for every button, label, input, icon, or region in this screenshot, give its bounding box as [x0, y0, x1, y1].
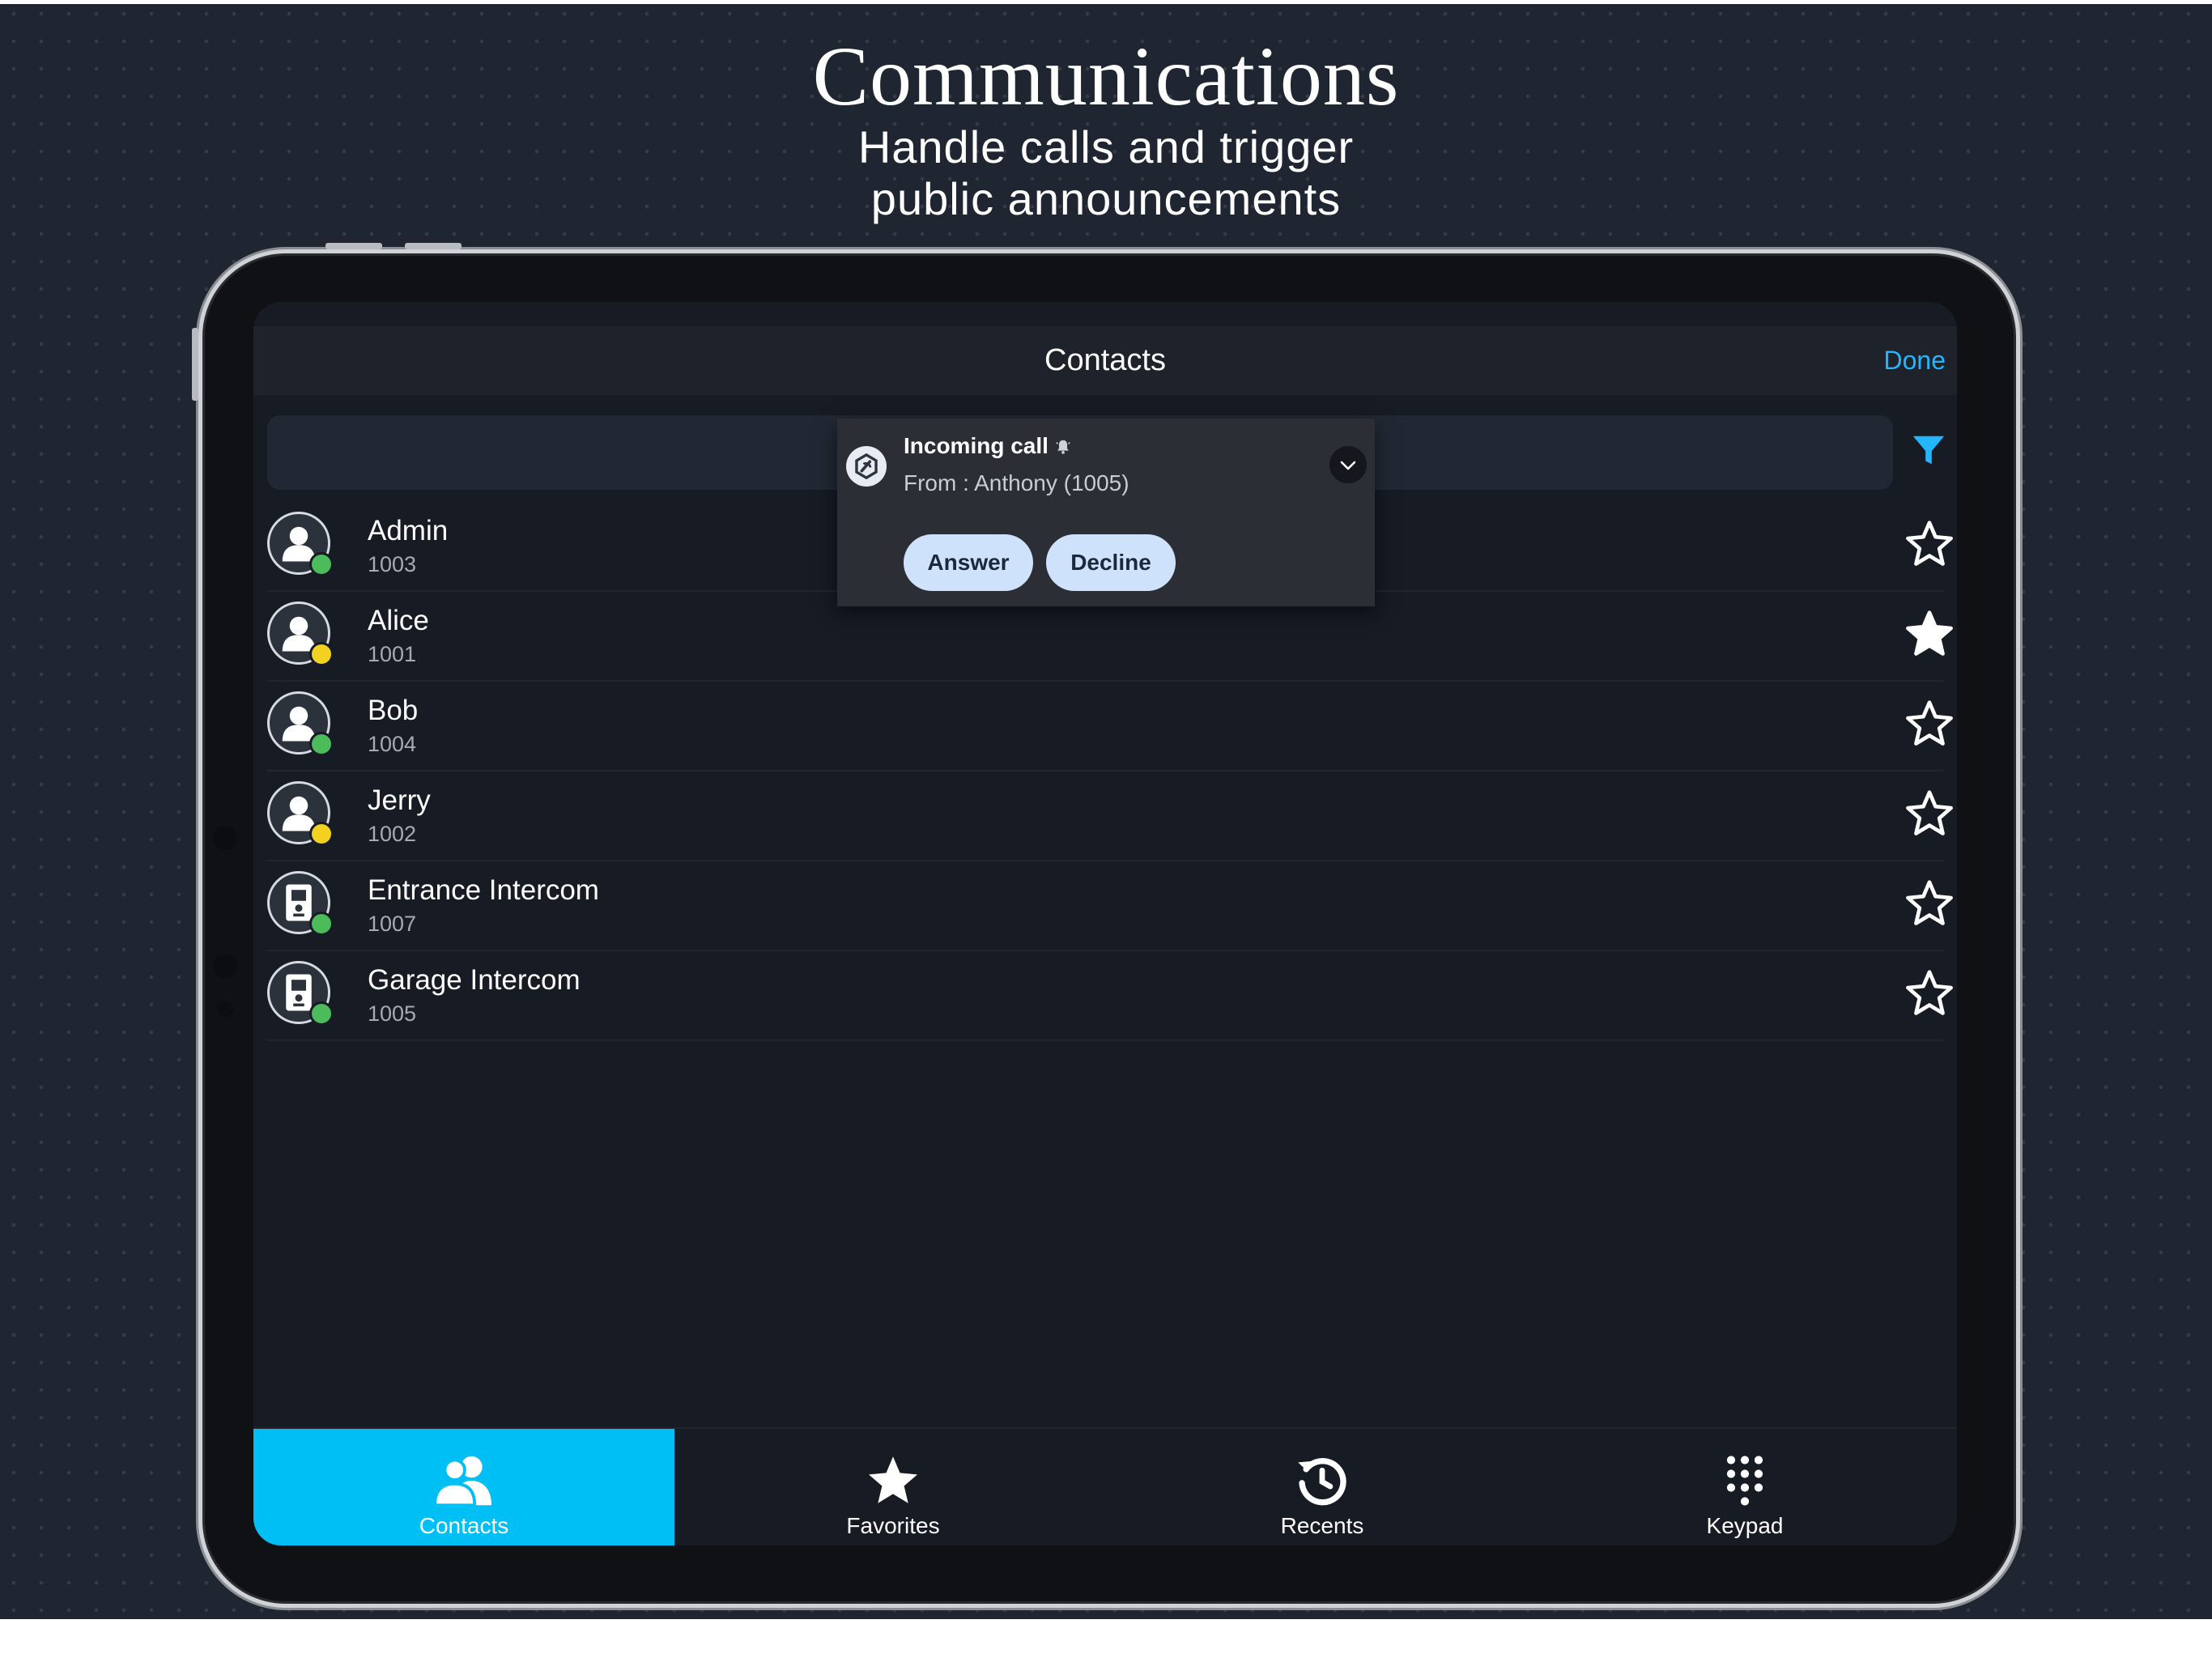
contact-row[interactable]: Jerry 1002 [267, 770, 1953, 861]
tablet-camera [213, 826, 237, 850]
filter-icon[interactable] [1910, 432, 1947, 469]
app-logo-icon [846, 446, 887, 487]
status-indicator [309, 1001, 334, 1026]
tablet-sensor [213, 954, 237, 978]
favorite-star-icon[interactable] [1904, 878, 1955, 929]
contact-name: Entrance Intercom [368, 874, 599, 906]
caller-info: From : Anthony (1005) [904, 470, 1129, 495]
tab-contacts[interactable]: Contacts [253, 1429, 674, 1545]
contact-row[interactable]: Garage Intercom 1005 [267, 950, 1953, 1041]
top-border [0, 0, 2212, 4]
contact-extension: 1007 [368, 912, 417, 936]
star-icon [868, 1456, 918, 1503]
promo-subtitle-line2: public announcements [870, 173, 1342, 224]
answer-button[interactable]: Answer [904, 534, 1033, 591]
contact-name: Admin [368, 515, 449, 546]
contacts-icon [433, 1456, 491, 1507]
favorite-star-icon[interactable] [1904, 789, 1955, 839]
status-indicator [309, 552, 334, 576]
tab-label: Recents [1280, 1513, 1364, 1538]
bell-icon [1056, 440, 1070, 454]
promo-subtitle: Handle calls and trigger public announce… [0, 121, 2212, 225]
chevron-down-icon [1340, 461, 1356, 470]
tab-label: Keypad [1706, 1513, 1784, 1538]
done-button[interactable]: Done [1884, 326, 1946, 395]
collapse-button[interactable] [1329, 446, 1367, 483]
contact-extension: 1003 [368, 552, 417, 576]
status-indicator [309, 732, 334, 756]
favorite-star-icon[interactable] [1904, 609, 1955, 659]
bottom-border [0, 1619, 2212, 1658]
favorite-star-icon[interactable] [1904, 968, 1955, 1018]
tablet-sensor-2 [217, 1001, 233, 1017]
favorite-star-icon[interactable] [1904, 519, 1955, 569]
tablet-top-button [325, 243, 382, 249]
call-title: Incoming call [904, 433, 1049, 458]
incoming-call-notification: Incoming call From : Anthony (1005) Answ… [837, 419, 1375, 606]
promo-subtitle-line1: Handle calls and trigger [857, 121, 1355, 172]
status-indicator [309, 642, 334, 666]
tab-favorites[interactable]: Favorites [674, 1429, 1112, 1545]
status-indicator [309, 822, 334, 846]
tablet-top-button-2 [405, 243, 462, 249]
history-icon [1298, 1458, 1346, 1506]
contact-name: Jerry [368, 784, 431, 816]
favorite-star-icon[interactable] [1904, 699, 1955, 749]
contact-row[interactable]: Bob 1004 [267, 680, 1953, 772]
contact-extension: 1004 [368, 732, 417, 756]
tab-label: Favorites [846, 1513, 940, 1538]
contact-name: Alice [368, 605, 429, 636]
keypad-icon [1726, 1456, 1763, 1506]
contact-extension: 1002 [368, 822, 417, 846]
tab-label: Contacts [419, 1513, 509, 1538]
tablet-side-button [192, 328, 198, 401]
nav-bar: Contacts Done [253, 326, 1957, 395]
tab-bar: Contacts Favorites Recents Keypad [253, 1427, 1957, 1545]
decline-button[interactable]: Decline [1046, 534, 1176, 591]
contact-extension: 1005 [368, 1001, 417, 1026]
contact-extension: 1001 [368, 642, 417, 666]
contact-name: Garage Intercom [368, 964, 581, 996]
contact-name: Bob [368, 695, 419, 726]
contact-row[interactable]: Entrance Intercom 1007 [267, 860, 1953, 951]
tab-recents[interactable]: Recents [1112, 1429, 1533, 1545]
page-title: Contacts [1044, 343, 1166, 377]
status-indicator [309, 912, 334, 936]
tab-keypad[interactable]: Keypad [1533, 1429, 1957, 1545]
promo-title: Communications [812, 30, 1400, 123]
